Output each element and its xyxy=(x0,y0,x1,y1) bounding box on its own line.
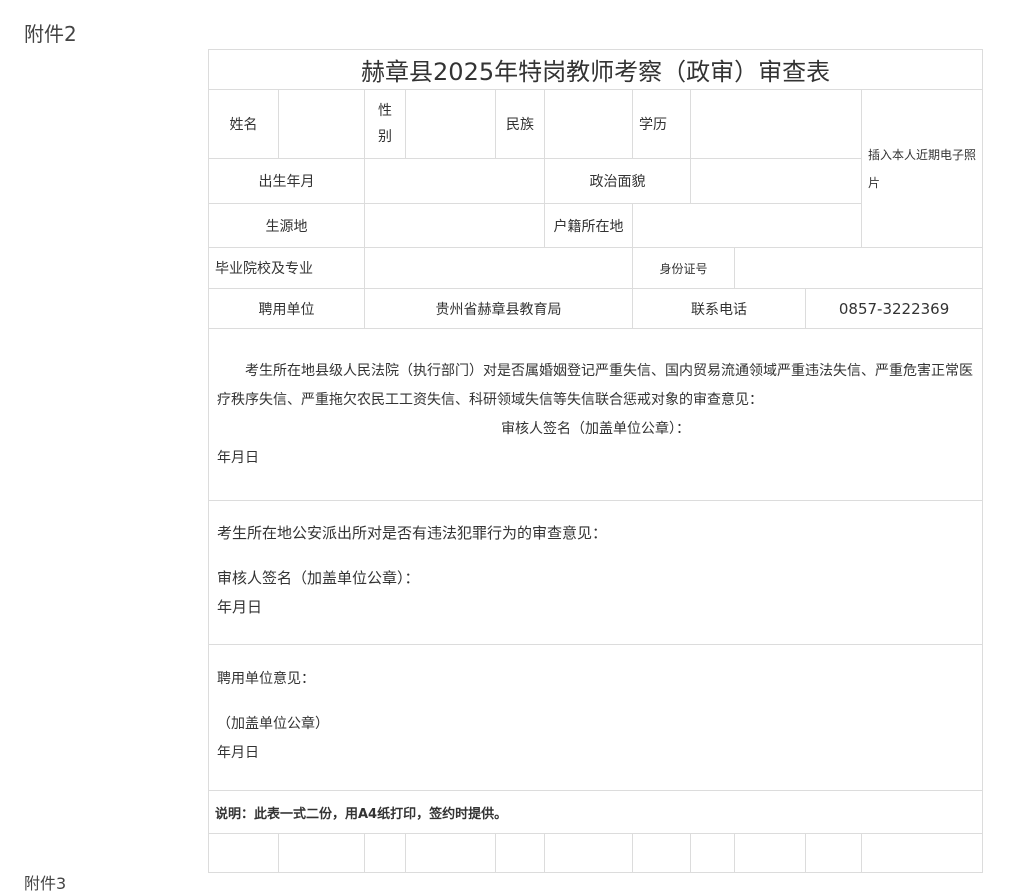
empty-cell xyxy=(278,833,365,873)
gender-label: 性别 xyxy=(364,89,406,159)
police-review-section: 考生所在地公安派出所对是否有违法犯罪行为的审查意见： 审核人签名（加盖单位公章）… xyxy=(207,500,984,645)
court-date-label: 年月日 xyxy=(217,450,259,466)
attachment-label: 附件2 xyxy=(24,22,77,46)
empty-cell xyxy=(860,833,984,873)
birth-value xyxy=(364,158,545,204)
origin-label: 生源地 xyxy=(208,203,365,248)
school-value xyxy=(364,247,633,289)
empty-cell xyxy=(544,833,633,873)
court-review-section: 考生所在地县级人民法院（执行部门）对是否属婚姻登记严重失信、国内贸易流通领域严重… xyxy=(207,328,984,501)
birth-label: 出生年月 xyxy=(208,158,365,204)
employer-seal-label: （加盖单位公章） xyxy=(217,716,329,732)
political-value xyxy=(690,158,862,204)
education-label: 学历 xyxy=(632,89,691,159)
form-title: 赫章县2025年特岗教师考察（政审）审查表 xyxy=(207,49,984,90)
employer-label: 聘用单位 xyxy=(208,288,365,329)
origin-value xyxy=(364,203,545,248)
police-review-text: 考生所在地公安派出所对是否有违法犯罪行为的审查意见： xyxy=(217,524,608,542)
empty-cell xyxy=(690,833,735,873)
school-label: 毕业院校及专业 xyxy=(208,247,365,289)
review-form-table: 赫章县2025年特岗教师考察（政审）审查表 姓名 性别 民族 学历 插入本人近期… xyxy=(207,49,984,873)
ethnicity-label: 民族 xyxy=(495,89,545,159)
id-number-value xyxy=(733,247,984,289)
empty-cell xyxy=(405,833,496,873)
court-review-text: 考生所在地县级人民法院（执行部门）对是否属婚姻登记严重失信、国内贸易流通领域严重… xyxy=(217,363,973,408)
phone-label: 联系电话 xyxy=(632,288,806,329)
employer-opinion-label: 聘用单位意见： xyxy=(217,671,315,687)
id-number-label: 身份证号 xyxy=(632,247,735,289)
household-label: 户籍所在地 xyxy=(544,203,633,248)
form-note: 说明：此表一式二份，用A4纸打印，签约时提供。 xyxy=(207,790,984,834)
education-value xyxy=(690,89,862,159)
police-date-label: 年月日 xyxy=(217,598,263,616)
household-value xyxy=(632,203,862,248)
political-label: 政治面貌 xyxy=(544,158,691,204)
empty-cell xyxy=(734,833,806,873)
ethnicity-value xyxy=(544,89,633,159)
name-label: 姓名 xyxy=(208,89,279,159)
empty-cell xyxy=(208,833,279,873)
phone-value: 0857-3222369 xyxy=(804,288,984,329)
police-signature-label: 审核人签名（加盖单位公章）： xyxy=(217,569,420,587)
employer-value: 贵州省赫章县教育局 xyxy=(364,288,633,329)
empty-cell xyxy=(364,833,406,873)
empty-cell xyxy=(805,833,862,873)
gender-value xyxy=(405,89,496,159)
empty-cell xyxy=(632,833,691,873)
empty-cell xyxy=(495,833,545,873)
photo-placeholder: 插入本人近期电子照片 xyxy=(860,89,984,248)
court-signature-label: 审核人签名（加盖单位公章）： xyxy=(501,421,691,437)
employer-opinion-section: 聘用单位意见： （加盖单位公章） 年月日 xyxy=(207,644,984,791)
name-value xyxy=(278,89,365,159)
employer-date-label: 年月日 xyxy=(217,745,259,761)
next-attachment-label: 附件3 xyxy=(24,874,67,893)
